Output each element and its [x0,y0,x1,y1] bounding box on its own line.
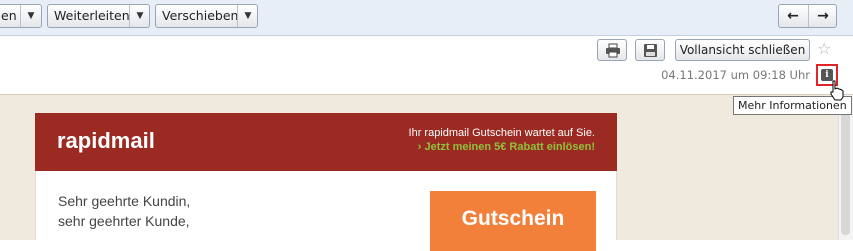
star-icon[interactable]: ☆ [817,39,831,58]
hand-cursor-icon [830,80,844,101]
reply-menu-button[interactable]: en ▼ [0,4,42,28]
message-date: 04.11.2017 um 09:18 Uhr [661,68,810,82]
save-button[interactable] [635,39,665,61]
promo-text: Ihr rapidmail Gutschein wartet auf Sie. [408,127,595,139]
email-content: Sehr geehrte Kundin, sehr geehrter Kunde… [35,171,617,251]
move-button[interactable]: Verschieben ▼ [155,4,258,28]
greeting-line: Sehr geehrte Kundin, [58,193,191,209]
chevron-down-icon[interactable]: ▼ [129,5,150,27]
brand-logo: rapidmail [57,128,155,153]
arrow-left-icon[interactable]: ← [779,5,807,27]
print-button[interactable] [597,39,627,61]
message-navigation: ← → [778,4,837,28]
reply-menu-label: en [1,8,17,23]
scrollbar-thumb[interactable] [841,110,850,235]
voucher-button[interactable]: Gutschein [430,191,596,251]
close-fullview-button[interactable]: Vollansicht schließen [675,39,810,61]
chevron-down-icon[interactable]: ▼ [20,5,41,27]
promo-link[interactable]: › Jetzt meinen 5€ Rabatt einlösen! [418,141,595,153]
chevron-down-icon[interactable]: ▼ [237,5,258,27]
arrow-right-icon[interactable]: → [808,5,837,27]
forward-label: Weiterleiten [54,8,130,23]
forward-button[interactable]: Weiterleiten ▼ [47,4,150,28]
message-toolbar: en ▼ Weiterleiten ▼ Verschieben ▼ ← → [0,0,853,36]
printer-icon [606,43,620,58]
email-banner: rapidmail Ihr rapidmail Gutschein wartet… [35,113,617,171]
move-label: Verschieben [162,8,239,23]
message-header: Vollansicht schließen ☆ 04.11.2017 um 09… [0,36,853,95]
floppy-disk-icon [644,44,657,57]
greeting-line: sehr geehrter Kunde, [58,213,190,229]
